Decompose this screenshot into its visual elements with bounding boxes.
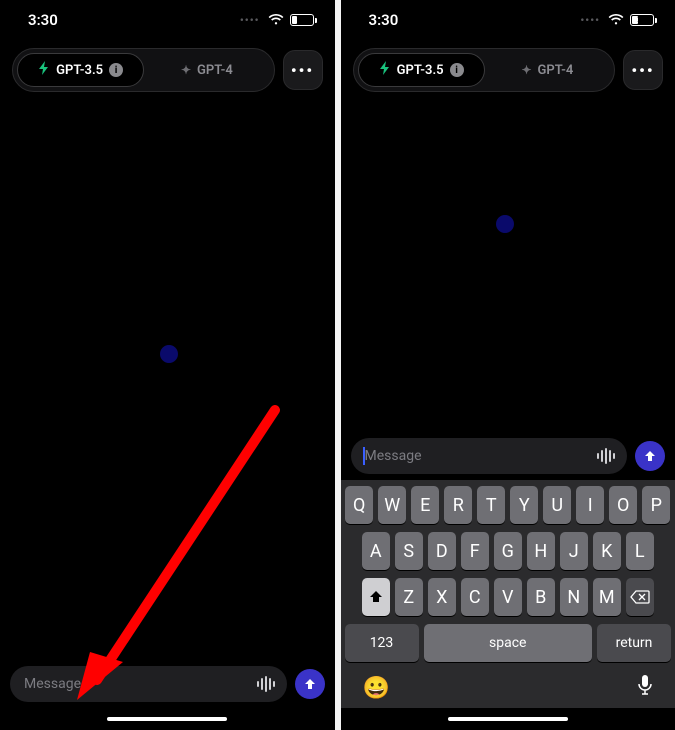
model-tab-gpt35[interactable]: GPT-3.5 i bbox=[358, 53, 485, 87]
info-icon: i bbox=[450, 63, 464, 77]
key-b[interactable]: B bbox=[527, 578, 555, 616]
battery-icon: 27 bbox=[290, 14, 317, 26]
model-label: GPT-4 bbox=[538, 63, 574, 78]
send-button[interactable] bbox=[295, 669, 325, 699]
model-selector-row: GPT-3.5 i ✦ GPT-4 ••• bbox=[0, 40, 335, 100]
waveform-icon[interactable] bbox=[257, 676, 275, 692]
menu-button[interactable]: ••• bbox=[283, 50, 323, 90]
numbers-key[interactable]: 123 bbox=[345, 624, 419, 662]
battery-icon: 27 bbox=[630, 14, 657, 26]
message-input[interactable] bbox=[22, 675, 249, 693]
decorative-dot bbox=[496, 215, 514, 233]
wifi-icon bbox=[608, 14, 624, 26]
key-a[interactable]: A bbox=[362, 532, 390, 570]
key-m[interactable]: M bbox=[593, 578, 621, 616]
sparkle-icon: ✦ bbox=[181, 63, 191, 77]
key-k[interactable]: K bbox=[593, 532, 621, 570]
chat-area bbox=[0, 100, 335, 658]
key-c[interactable]: C bbox=[461, 578, 489, 616]
waveform-icon[interactable] bbox=[597, 448, 615, 464]
key-g[interactable]: G bbox=[494, 532, 522, 570]
key-r[interactable]: R bbox=[444, 486, 472, 524]
keyboard: Q W E R T Y U I O P A S D F G H J K L bbox=[341, 480, 675, 708]
emoji-button[interactable]: 😀 bbox=[363, 676, 390, 701]
key-i[interactable]: I bbox=[576, 486, 604, 524]
key-z[interactable]: Z bbox=[395, 578, 423, 616]
key-s[interactable]: S bbox=[395, 532, 423, 570]
message-pill[interactable] bbox=[10, 666, 287, 702]
status-time: 3:30 bbox=[369, 11, 399, 29]
phone-left: 3:30 •••• 27 GPT-3.5 i bbox=[0, 0, 335, 730]
key-n[interactable]: N bbox=[560, 578, 588, 616]
input-row bbox=[0, 658, 335, 708]
model-label: GPT-3.5 bbox=[56, 63, 103, 78]
text-cursor bbox=[363, 447, 365, 465]
backspace-key[interactable] bbox=[626, 578, 654, 616]
message-pill[interactable] bbox=[351, 438, 628, 474]
status-time: 3:30 bbox=[28, 11, 58, 29]
key-j[interactable]: J bbox=[560, 532, 588, 570]
status-dots: •••• bbox=[580, 14, 600, 27]
model-tab-gpt4[interactable]: ✦ GPT-4 bbox=[485, 53, 610, 87]
status-dots: •••• bbox=[240, 14, 260, 27]
keyboard-row-4: 123 space return bbox=[345, 624, 672, 662]
space-key[interactable]: space bbox=[424, 624, 593, 662]
chat-area bbox=[341, 100, 675, 430]
key-y[interactable]: Y bbox=[510, 486, 538, 524]
sparkle-icon: ✦ bbox=[521, 63, 531, 77]
key-x[interactable]: X bbox=[428, 578, 456, 616]
keyboard-row-2: A S D F G H J K L bbox=[345, 532, 672, 570]
info-icon: i bbox=[109, 63, 123, 77]
shift-key[interactable] bbox=[362, 578, 390, 616]
menu-button[interactable]: ••• bbox=[623, 50, 663, 90]
key-t[interactable]: T bbox=[477, 486, 505, 524]
key-h[interactable]: H bbox=[527, 532, 555, 570]
status-bar: 3:30 •••• 27 bbox=[341, 0, 675, 40]
input-row bbox=[341, 430, 675, 480]
keyboard-footer: 😀 bbox=[345, 670, 672, 704]
model-selector: GPT-3.5 i ✦ GPT-4 bbox=[12, 48, 275, 92]
key-e[interactable]: E bbox=[411, 486, 439, 524]
model-label: GPT-4 bbox=[197, 63, 233, 78]
decorative-dot bbox=[160, 345, 178, 363]
model-selector: GPT-3.5 i ✦ GPT-4 bbox=[353, 48, 616, 92]
key-o[interactable]: O bbox=[609, 486, 637, 524]
model-selector-row: GPT-3.5 i ✦ GPT-4 ••• bbox=[341, 40, 675, 100]
key-f[interactable]: F bbox=[461, 532, 489, 570]
keyboard-row-3: Z X C V B N M bbox=[345, 578, 672, 616]
keyboard-row-1: Q W E R T Y U I O P bbox=[345, 486, 672, 524]
key-d[interactable]: D bbox=[428, 532, 456, 570]
key-w[interactable]: W bbox=[378, 486, 406, 524]
wifi-icon bbox=[268, 14, 284, 26]
model-tab-gpt35[interactable]: GPT-3.5 i bbox=[17, 53, 144, 87]
key-l[interactable]: L bbox=[626, 532, 654, 570]
home-indicator[interactable] bbox=[0, 708, 335, 730]
model-label: GPT-3.5 bbox=[397, 63, 444, 78]
key-p[interactable]: P bbox=[642, 486, 670, 524]
return-key[interactable]: return bbox=[597, 624, 671, 662]
key-q[interactable]: Q bbox=[345, 486, 373, 524]
phone-right: 3:30 •••• 27 GPT-3.5 i bbox=[341, 0, 675, 730]
bolt-icon bbox=[38, 61, 50, 79]
home-indicator[interactable] bbox=[341, 708, 675, 730]
key-u[interactable]: U bbox=[543, 486, 571, 524]
mic-button[interactable] bbox=[637, 674, 653, 702]
key-v[interactable]: V bbox=[494, 578, 522, 616]
model-tab-gpt4[interactable]: ✦ GPT-4 bbox=[144, 53, 269, 87]
message-input[interactable] bbox=[363, 447, 590, 465]
send-button[interactable] bbox=[635, 441, 665, 471]
status-bar: 3:30 •••• 27 bbox=[0, 0, 335, 40]
bolt-icon bbox=[379, 61, 391, 79]
